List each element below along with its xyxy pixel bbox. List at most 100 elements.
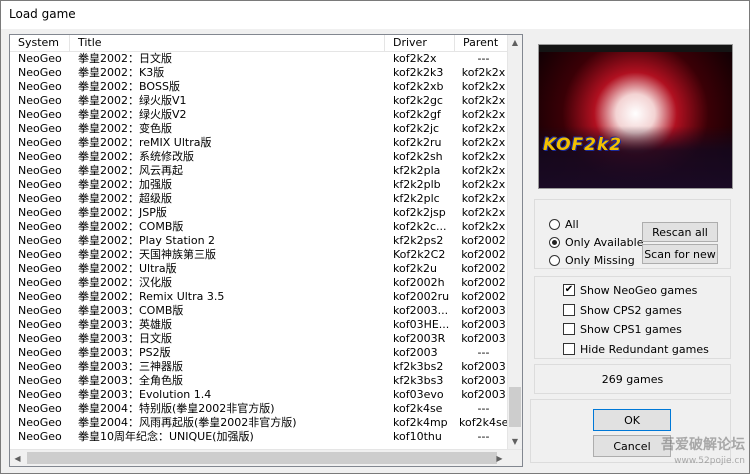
- cancel-button[interactable]: Cancel: [593, 435, 671, 457]
- cell-system: NeoGeo: [18, 164, 62, 177]
- checkbox-show-neogeo[interactable]: ✔ Show NeoGeo games: [563, 282, 697, 298]
- table-row[interactable]: NeoGeo 拳皇2002：变色版 kof2k2jc kof2k2x: [10, 122, 508, 136]
- radio-only-available[interactable]: Only Available: [549, 234, 643, 250]
- vertical-scroll-thumb[interactable]: [509, 387, 521, 427]
- radio-all[interactable]: All: [549, 216, 579, 232]
- column-header-parent[interactable]: Parent: [455, 35, 508, 52]
- preview-banner: [539, 45, 732, 52]
- cell-system: NeoGeo: [18, 248, 62, 261]
- cell-driver: kof10thu: [393, 430, 442, 443]
- checkbox-icon[interactable]: ✔: [563, 284, 575, 296]
- cell-parent: kof2003: [461, 304, 506, 317]
- cell-driver: kof2k2c...: [393, 220, 447, 233]
- rescan-all-button[interactable]: Rescan all: [642, 222, 718, 242]
- scan-for-new-button[interactable]: Scan for new: [642, 244, 718, 264]
- scroll-right-icon[interactable]: ▶: [492, 450, 507, 466]
- cell-driver: kof2k2ru: [393, 136, 442, 149]
- table-row[interactable]: NeoGeo 拳皇2003：PS2版 kof2003 ---: [10, 346, 508, 360]
- cell-system: NeoGeo: [18, 66, 62, 79]
- table-row[interactable]: NeoGeo 拳皇2004：特别版(拳皇2002非官方版) kof2k4se ---: [10, 402, 508, 416]
- cell-system: NeoGeo: [18, 80, 62, 93]
- checkbox-show-cps2[interactable]: Show CPS2 games: [563, 302, 682, 318]
- cell-title: 拳皇2003：COMB版: [78, 304, 184, 317]
- cell-parent: kof2k4se: [459, 416, 508, 429]
- checkbox-hide-redundant[interactable]: Hide Redundant games: [563, 341, 709, 357]
- cell-parent: ---: [477, 346, 490, 359]
- horizontal-scrollbar[interactable]: ◀ ▶: [10, 449, 522, 466]
- cell-parent: kof2002: [461, 262, 506, 275]
- scroll-down-icon[interactable]: ▼: [508, 434, 522, 449]
- scroll-up-icon[interactable]: ▲: [508, 35, 522, 50]
- cell-system: NeoGeo: [18, 318, 62, 331]
- table-row[interactable]: NeoGeo 拳皇2002：K3版 kof2k2k3 kof2k2x: [10, 66, 508, 80]
- table-row[interactable]: NeoGeo 拳皇2002：Ultra版 kof2k2u kof2002: [10, 262, 508, 276]
- checkbox-icon[interactable]: [563, 323, 575, 335]
- table-row[interactable]: NeoGeo 拳皇2002：BOSS版 kof2k2xb kof2k2x: [10, 80, 508, 94]
- radio-only-missing[interactable]: Only Missing: [549, 252, 635, 268]
- checkbox-label: Show NeoGeo games: [580, 283, 698, 297]
- checkbox-label: Show CPS1 games: [580, 322, 682, 336]
- checkbox-icon[interactable]: [563, 304, 575, 316]
- cell-driver: kf2k2pla: [393, 164, 441, 177]
- cell-title: 拳皇2002：JSP版: [78, 206, 167, 219]
- cell-system: NeoGeo: [18, 402, 62, 415]
- cell-parent: kof2003: [461, 318, 506, 331]
- radio-button-icon[interactable]: [549, 236, 560, 248]
- cell-system: NeoGeo: [18, 416, 62, 429]
- cell-parent: kof2002: [461, 234, 506, 247]
- cell-parent: kof2k2x: [461, 122, 506, 135]
- table-row[interactable]: NeoGeo 拳皇2002：Play Station 2 kf2k2ps2 kof20…: [10, 234, 508, 248]
- cell-parent: ---: [477, 430, 490, 443]
- game-list[interactable]: System Title Driver Parent NeoGeo 拳皇2002：…: [9, 34, 523, 467]
- cell-parent: kof2k2x: [461, 192, 506, 205]
- table-row[interactable]: NeoGeo 拳皇2002：系统修改版 kof2k2sh kof2k2x: [10, 150, 508, 164]
- scroll-left-icon[interactable]: ◀: [10, 450, 25, 466]
- cell-title: 拳皇10周年纪念：UNIQUE(加强版): [78, 430, 254, 443]
- table-row[interactable]: NeoGeo 拳皇2002：风云再起 kf2k2pla kof2k2x: [10, 164, 508, 178]
- cell-driver: kf2k2plc: [393, 192, 440, 205]
- cell-driver: Kof2k2C2: [393, 248, 446, 261]
- table-row[interactable]: NeoGeo 拳皇2002：日文版 kof2k2x ---: [10, 52, 508, 66]
- cell-system: NeoGeo: [18, 276, 62, 289]
- table-row[interactable]: NeoGeo 拳皇2002：天国神族第三版 Kof2k2C2 kof2002: [10, 248, 508, 262]
- checkbox-show-cps1[interactable]: Show CPS1 games: [563, 321, 682, 337]
- cell-title: 拳皇2002：Remix Ultra 3.5: [78, 290, 225, 303]
- cell-title: 拳皇2002：COMB版: [78, 220, 184, 233]
- cell-parent: kof2k2x: [461, 164, 506, 177]
- table-row[interactable]: NeoGeo 拳皇2003：三神器版 kf2k3bs2 kof2003: [10, 360, 508, 374]
- checkbox-icon[interactable]: [563, 343, 575, 355]
- table-row[interactable]: NeoGeo 拳皇2002：Remix Ultra 3.5 kof2002ru kof…: [10, 290, 508, 304]
- table-row[interactable]: NeoGeo 拳皇2002：汉化版 kof2002h kof2002: [10, 276, 508, 290]
- table-row[interactable]: NeoGeo 拳皇2004：风雨再起版(拳皇2002非官方版) kof2k4mp ko…: [10, 416, 508, 430]
- table-row[interactable]: NeoGeo 拳皇2003：全角色版 kf2k3bs3 kof2003: [10, 374, 508, 388]
- cell-title: 拳皇2002：reMIX Ultra版: [78, 136, 212, 149]
- table-row[interactable]: NeoGeo 拳皇2002：加强版 kf2k2plb kof2k2x: [10, 178, 508, 192]
- table-row[interactable]: NeoGeo 拳皇2002：绿火版V2 kof2k2gf kof2k2x: [10, 108, 508, 122]
- cell-system: NeoGeo: [18, 234, 62, 247]
- cell-system: NeoGeo: [18, 388, 62, 401]
- table-row[interactable]: NeoGeo 拳皇2003：Evolution 1.4 kof03evo kof200…: [10, 388, 508, 402]
- column-header-system[interactable]: System: [10, 35, 70, 52]
- table-row[interactable]: NeoGeo 拳皇2002：超级版 kf2k2plc kof2k2x: [10, 192, 508, 206]
- cell-driver: kof2k4se: [393, 402, 443, 415]
- table-row[interactable]: NeoGeo 拳皇10周年纪念：UNIQUE(加强版) kof10thu ---: [10, 430, 508, 444]
- table-row[interactable]: NeoGeo 拳皇2002：COMB版 kof2k2c... kof2k2x: [10, 220, 508, 234]
- filter-group: All Only Available Only Missing Rescan a…: [534, 199, 731, 269]
- column-header-title[interactable]: Title: [70, 35, 385, 52]
- table-row[interactable]: NeoGeo 拳皇2003：日文版 kof2003R kof2003: [10, 332, 508, 346]
- radio-button-icon[interactable]: [549, 254, 560, 266]
- horizontal-scroll-thumb[interactable]: [27, 452, 497, 464]
- column-header-driver[interactable]: Driver: [385, 35, 455, 52]
- cell-system: NeoGeo: [18, 52, 62, 65]
- table-row[interactable]: NeoGeo 拳皇2002：JSP版 kof2k2jsp kof2k2x: [10, 206, 508, 220]
- table-row[interactable]: NeoGeo 拳皇2002：绿火版V1 kof2k2gc kof2k2x: [10, 94, 508, 108]
- vertical-scrollbar[interactable]: ▲ ▼: [507, 35, 522, 449]
- radio-button-icon[interactable]: [549, 218, 560, 230]
- cell-system: NeoGeo: [18, 108, 62, 121]
- cell-driver: kof2k2u: [393, 262, 437, 275]
- ok-button[interactable]: OK: [593, 409, 671, 431]
- table-row[interactable]: NeoGeo 拳皇2002：reMIX Ultra版 kof2k2ru kof2k2x: [10, 136, 508, 150]
- checkbox-label: Show CPS2 games: [580, 303, 682, 317]
- table-row[interactable]: NeoGeo 拳皇2003：COMB版 kof2003... kof2003: [10, 304, 508, 318]
- table-row[interactable]: NeoGeo 拳皇2003：英雄版 kof03HE... kof2003: [10, 318, 508, 332]
